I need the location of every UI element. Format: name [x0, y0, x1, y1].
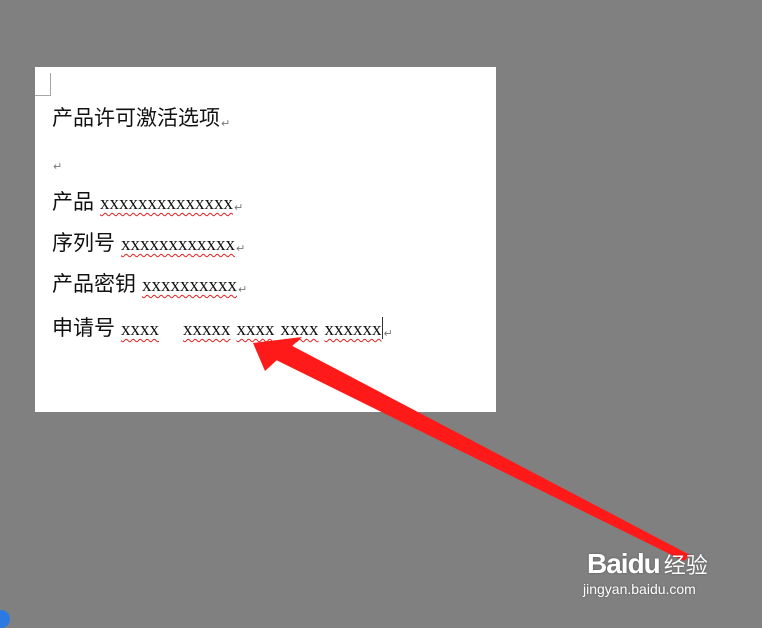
- baidu-watermark: Baidu 经验 jingyan.baidu.com: [583, 548, 708, 597]
- watermark-site: jingyan.baidu.com: [583, 581, 696, 597]
- red-arrow-annotation: [253, 337, 690, 561]
- watermark-suffix: 经验: [663, 553, 708, 578]
- arrow-shaft: [270, 340, 690, 561]
- watermark-brand: Baidu: [587, 548, 661, 579]
